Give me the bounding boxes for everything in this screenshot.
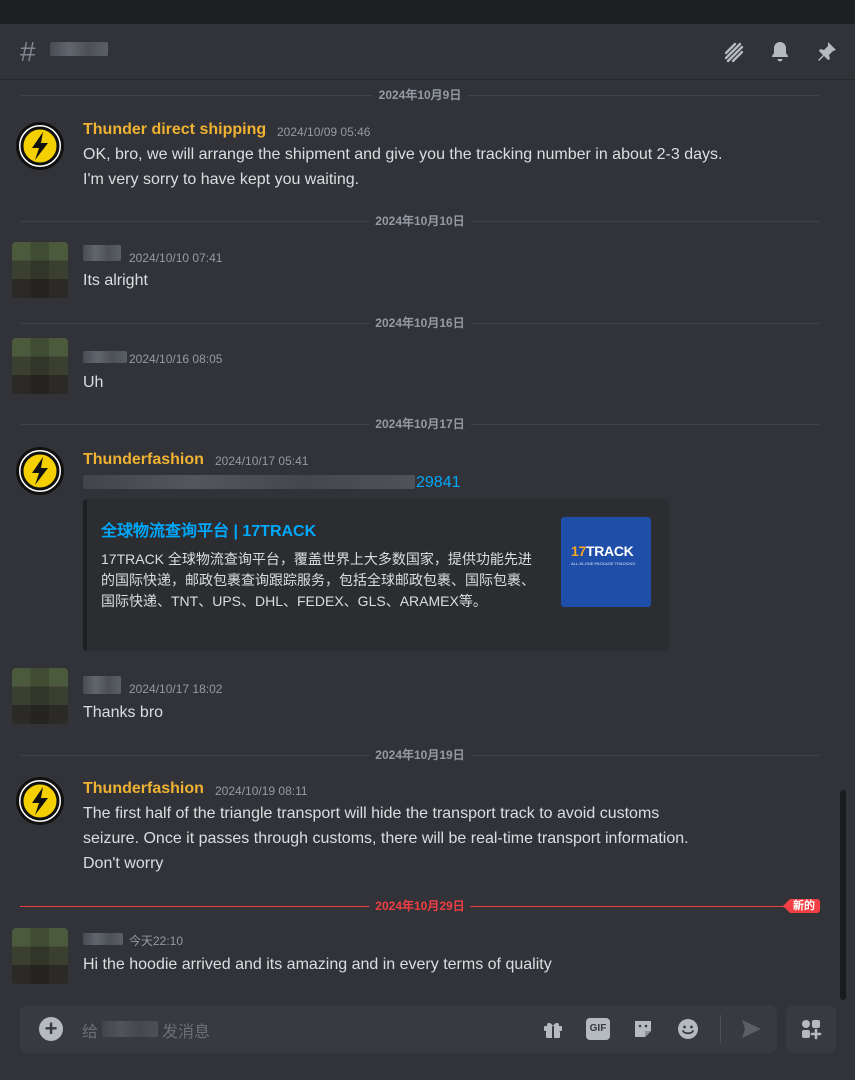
message-timestamp: 2024/10/17 18:02 <box>129 682 223 696</box>
avatar[interactable] <box>16 122 64 170</box>
link-redacted <box>83 475 415 489</box>
date-divider-label: 2024年10月16日 <box>369 315 471 331</box>
date-divider-label: 2024年10月17日 <box>369 416 471 432</box>
message-line: seizure. Once it passes through customs,… <box>83 830 689 847</box>
avatar[interactable] <box>16 777 64 825</box>
composer-placeholder-prefix: 给 <box>82 1024 99 1041</box>
channel-header: # <box>0 24 855 80</box>
embed-title[interactable]: 全球物流查询平台 | 17TRACK <box>101 517 316 541</box>
message-text: Uh <box>83 374 104 391</box>
date-divider: 2024年10月17日 <box>20 416 820 432</box>
author-redacted <box>83 245 121 261</box>
tracking-link[interactable]: 29841 <box>416 474 461 492</box>
sticker-icon[interactable] <box>631 1017 655 1041</box>
composer-separator <box>720 1015 721 1043</box>
message-author[interactable]: Thunder direct shipping <box>83 120 266 140</box>
composer-placeholder: 发消息 <box>162 1024 211 1041</box>
date-divider-label: 2024年10月9日 <box>372 87 468 103</box>
gift-icon[interactable] <box>541 1017 565 1041</box>
date-divider: 2024年10月19日 <box>20 747 820 763</box>
apps-button[interactable] <box>786 1005 836 1053</box>
avatar[interactable] <box>12 242 68 298</box>
channel-hash-icon: # <box>20 36 36 67</box>
author-redacted <box>83 351 127 363</box>
message-text: Its alright <box>83 272 148 289</box>
message-timestamp: 2024/10/16 08:05 <box>129 352 223 366</box>
17track-tagline: ALL-IN-ONE PACKAGE TRACKING <box>571 561 636 566</box>
message-author[interactable]: Thunderfashion <box>83 779 204 799</box>
date-divider-label: 2024年10月19日 <box>369 747 471 763</box>
message-text: Hi the hoodie arrived and its amazing an… <box>83 956 552 973</box>
author-redacted <box>83 676 121 694</box>
embed-description: 17TRACK 全球物流查询平台，覆盖世界上大多数国家，提供功能先进的国际快递，… <box>101 551 535 609</box>
lightning-icon <box>20 451 60 491</box>
avatar[interactable] <box>16 447 64 495</box>
emoji-icon[interactable] <box>676 1017 700 1041</box>
gif-icon[interactable]: GIF <box>586 1018 610 1040</box>
17track-logo: 17TRACK <box>571 543 634 559</box>
recipient-redacted <box>102 1021 158 1037</box>
send-icon[interactable] <box>739 1017 763 1041</box>
date-divider: 2024年10月9日 <box>20 87 820 103</box>
message-line: Don't worry <box>83 855 164 872</box>
message-author[interactable]: Thunderfashion <box>83 450 204 470</box>
lightning-icon <box>20 781 60 821</box>
message-text: OK, bro, we will arrange the shipment an… <box>83 142 722 192</box>
date-divider-label: 2024年10月29日 <box>369 898 471 914</box>
avatar[interactable] <box>12 928 68 984</box>
embed-thumbnail[interactable]: 17TRACK ALL-IN-ONE PACKAGE TRACKING <box>561 517 651 607</box>
date-divider: 2024年10月16日 <box>20 315 820 331</box>
author-redacted <box>83 933 123 945</box>
new-badge: 新的 <box>783 899 820 913</box>
avatar[interactable] <box>12 668 68 724</box>
message-timestamp: 2024/10/10 07:41 <box>129 251 223 265</box>
message-composer[interactable]: + 给 发消息 GIF <box>20 1005 777 1053</box>
date-divider: 2024年10月10日 <box>20 213 820 229</box>
scrollbar[interactable] <box>840 790 846 1000</box>
new-messages-divider: 2024年10月29日 新的 <box>20 898 820 914</box>
channel-name-redacted <box>50 42 108 56</box>
message-text: Thanks bro <box>83 704 164 721</box>
message-text: The first half of the triangle transport… <box>83 801 689 876</box>
lightning-icon <box>20 126 60 166</box>
window-titlebar <box>0 0 855 24</box>
message-line: The first half of the triangle transport… <box>83 805 660 822</box>
message-line: OK, bro, we will arrange the shipment an… <box>83 146 723 163</box>
message-timestamp: 2024/10/17 05:41 <box>215 454 309 468</box>
pin-icon[interactable] <box>814 40 838 64</box>
bell-icon[interactable] <box>768 40 792 64</box>
link-embed: 全球物流查询平台 | 17TRACK 17TRACK 全球物流查询平台，覆盖世界… <box>83 499 669 651</box>
avatar[interactable] <box>12 338 68 394</box>
message-timestamp: 今天22:10 <box>129 934 184 948</box>
message-timestamp: 2024/10/19 08:11 <box>215 784 308 798</box>
message-line: I'm very sorry to have kept you waiting. <box>83 171 360 188</box>
message-list: 2024年10月9日 Thunder direct shipping 2024/… <box>0 80 855 1000</box>
apps-icon <box>802 1020 822 1040</box>
date-divider-label: 2024年10月10日 <box>369 213 471 229</box>
threads-icon[interactable] <box>722 40 746 64</box>
message-timestamp: 2024/10/09 05:46 <box>277 125 371 139</box>
plus-icon[interactable]: + <box>39 1017 63 1041</box>
